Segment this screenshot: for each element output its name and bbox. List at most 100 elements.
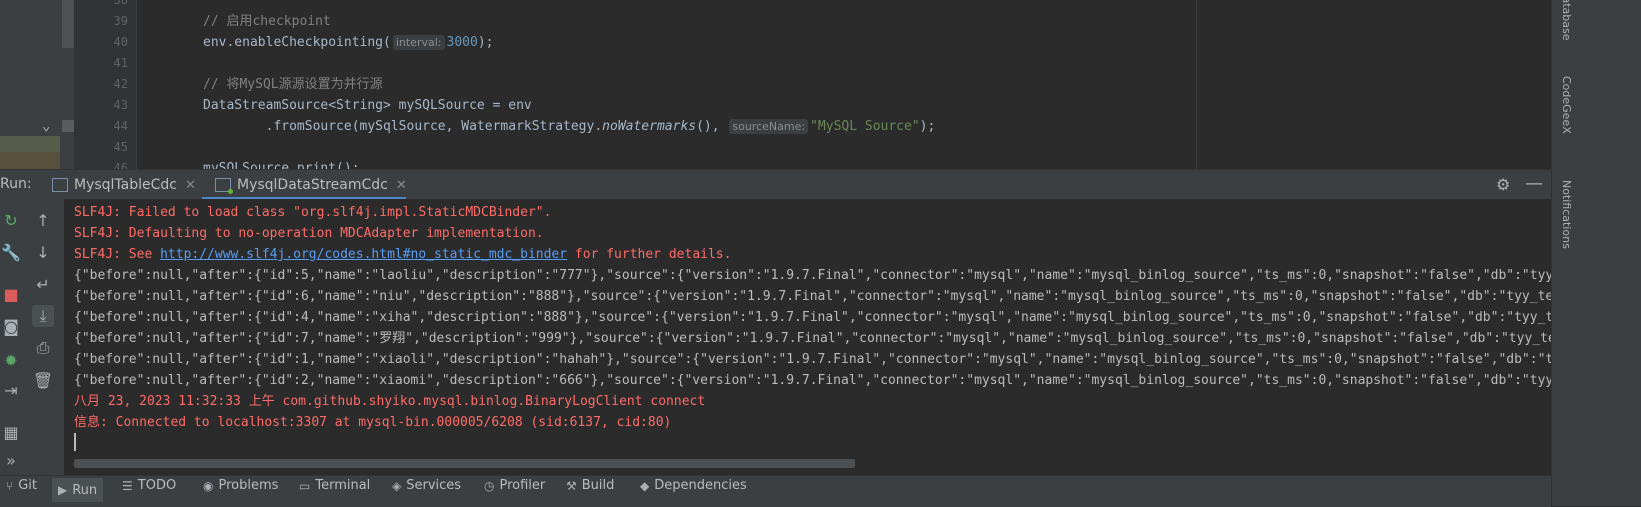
console-line: {"before":null,"after":{"id":6,"name":"n… (74, 289, 1551, 304)
line-number-gutter: 38 39 40 41 42 43 44 45 46 (74, 0, 137, 175)
code-text: ); (477, 35, 494, 50)
console-line: {"before":null,"after":{"id":7,"name":"罗… (74, 331, 1551, 346)
project-scrollbar[interactable] (62, 0, 74, 48)
tool-label: Dependencies (654, 478, 747, 493)
run-console-toolbar: ↑ ↓ ↵ ⤓ ⎙ 🗑 (22, 199, 65, 475)
code-editor[interactable]: // 启用checkpoint env.enableCheckpointing(… (137, 0, 1569, 176)
horizontal-scrollbar[interactable] (74, 459, 855, 468)
tab-label: MysqlDataStreamCdc (237, 177, 388, 193)
tool-label: Run (72, 482, 98, 498)
services-tool-button[interactable]: ◈ Services (392, 478, 461, 493)
minimize-icon[interactable]: — (1525, 173, 1543, 194)
profiler-tool-button[interactable]: ◷ Profiler (484, 478, 545, 493)
gear-icon[interactable]: ⚙ (1496, 175, 1510, 194)
bottom-tool-bar: ⑂ Git ▶ Run ☰ TODO ◉ Problems ▭ Terminal ◈ Ser… (0, 475, 1551, 507)
todo-tool-button[interactable]: ☰ TODO (122, 478, 176, 493)
code-string: "MySQL Source" (810, 119, 920, 134)
dependencies-tool-button[interactable]: ◆ Dependencies (640, 478, 747, 493)
code-line-39: // 启用checkpoint (203, 14, 331, 29)
console-line: {"before":null,"after":{"id":4,"name":"x… (74, 310, 1551, 325)
console-line: 八月 23, 2023 11:32:33 上午 com.github.shyik… (74, 394, 706, 409)
tool-label: Build (581, 478, 615, 493)
code-text: ); (919, 119, 936, 134)
arrow-up-icon[interactable]: ↑ (32, 209, 54, 231)
tab-label: MysqlTableCdc (74, 177, 177, 193)
git-icon: ⑂ (6, 478, 14, 493)
soft-wrap-icon[interactable]: ↵ (32, 273, 54, 295)
console-line: SLF4J: Failed to load class "org.slf4j.i… (74, 205, 552, 220)
code-text: env.enableCheckpointing( (203, 35, 391, 50)
tool-label: Profiler (499, 478, 546, 493)
notifications-tool-tab[interactable]: Notifications (1560, 180, 1573, 249)
text-caret (74, 433, 76, 451)
line-number: 39 (113, 14, 128, 28)
code-line-43: DataStreamSource<String> mySQLSource = e… (203, 98, 532, 113)
build-tool-button[interactable]: ⚒ Build (566, 478, 614, 493)
line-number: 38 (113, 0, 128, 7)
dependencies-icon: ◆ (640, 478, 650, 493)
wrench-icon[interactable]: 🔧 (0, 241, 22, 263)
more-icon[interactable]: » (0, 449, 22, 471)
tab-mysqldatastreamcdc[interactable]: MysqlDataStreamCdc ✕ (215, 170, 407, 200)
terminal-tool-button[interactable]: ▭ Terminal (299, 478, 370, 493)
chevron-down-icon[interactable]: ⌄ (42, 118, 50, 134)
close-icon[interactable]: ✕ (185, 178, 196, 193)
run-config-icon (52, 178, 68, 192)
code-method: noWatermarks (602, 119, 697, 134)
print-icon[interactable]: ⎙ (32, 337, 54, 359)
hammer-icon: ⚒ (566, 478, 577, 493)
scroll-to-end-icon[interactable]: ⤓ (32, 305, 54, 327)
project-thumbnail (0, 136, 60, 152)
console-line: 信息: Connected to localhost:3307 at mysql… (74, 415, 672, 430)
tab-mysqltablecdc[interactable]: MysqlTableCdc ✕ (52, 170, 196, 200)
param-hint: interval: (392, 35, 445, 50)
code-text: (), (696, 119, 728, 134)
run-left-toolbar: ↻ 🔧 ■ ◙ ✹ ⇥ ▦ » (0, 199, 22, 475)
line-number: 41 (113, 56, 128, 70)
tool-label: Terminal (315, 478, 371, 493)
console-output[interactable]: SLF4J: Failed to load class "org.slf4j.i… (64, 199, 1551, 475)
run-tab-bar: Run: MysqlTableCdc ✕ MysqlDataStreamCdc … (0, 169, 1551, 201)
console-line: SLF4J: Defaulting to no-operation MDCAda… (74, 226, 544, 241)
line-number: 43 (113, 98, 128, 112)
tool-label: Services (406, 478, 462, 493)
tool-label: Git (18, 478, 37, 493)
console-line: {"before":null,"after":{"id":1,"name":"x… (74, 352, 1551, 367)
git-tool-button[interactable]: ⑂ Git (6, 478, 37, 493)
arrow-down-icon[interactable]: ↓ (32, 241, 54, 263)
run-config-icon (215, 178, 233, 194)
close-icon[interactable]: ✕ (396, 178, 407, 193)
run-label: Run: (0, 176, 32, 192)
console-line: {"before":null,"after":{"id":5,"name":"l… (74, 268, 1551, 283)
problems-tool-button[interactable]: ◉ Problems (203, 478, 278, 493)
right-margin-guide (1196, 0, 1197, 175)
stop-icon[interactable]: ■ (0, 283, 22, 305)
param-hint: sourceName: (729, 119, 809, 134)
code-line-44: .fromSource(mySqlSource, WatermarkStrate… (203, 116, 935, 137)
console-text: for further details. (567, 247, 732, 262)
run-tool-button[interactable]: ▶ Run (52, 478, 104, 502)
codegeex-tool-tab[interactable]: CodeGeeX (1560, 76, 1573, 134)
problems-icon: ◉ (203, 478, 214, 493)
console-link[interactable]: http://www.slf4j.org/codes.html#no_stati… (160, 247, 567, 262)
layout-icon[interactable]: ▦ (0, 421, 22, 443)
list-icon: ☰ (122, 478, 133, 493)
tool-label: TODO (137, 478, 177, 493)
services-icon: ◈ (392, 478, 402, 493)
line-number: 44 (113, 119, 128, 133)
terminal-icon: ▭ (299, 478, 311, 493)
code-text: .fromSource(mySqlSource, WatermarkStrate… (203, 119, 603, 134)
code-line-42: // 将MySQL源源设置为并行源 (203, 77, 383, 92)
debug-icon[interactable]: ✹ (0, 349, 22, 371)
code-line-40: env.enableCheckpointing(interval: 3000); (203, 32, 493, 53)
line-number: 45 (113, 140, 128, 154)
exit-icon[interactable]: ⇥ (0, 379, 22, 401)
project-scroll-box (62, 120, 74, 132)
right-tool-strip: Database CodeGeeX Notifications (1551, 0, 1641, 506)
tool-label: Problems (218, 478, 279, 493)
camera-icon[interactable]: ◙ (0, 315, 22, 337)
rerun-icon[interactable]: ↻ (0, 209, 22, 231)
database-tool-tab[interactable]: Database (1560, 0, 1573, 41)
console-line: SLF4J: See http://www.slf4j.org/codes.ht… (74, 244, 731, 265)
trash-icon[interactable]: 🗑 (32, 369, 54, 391)
